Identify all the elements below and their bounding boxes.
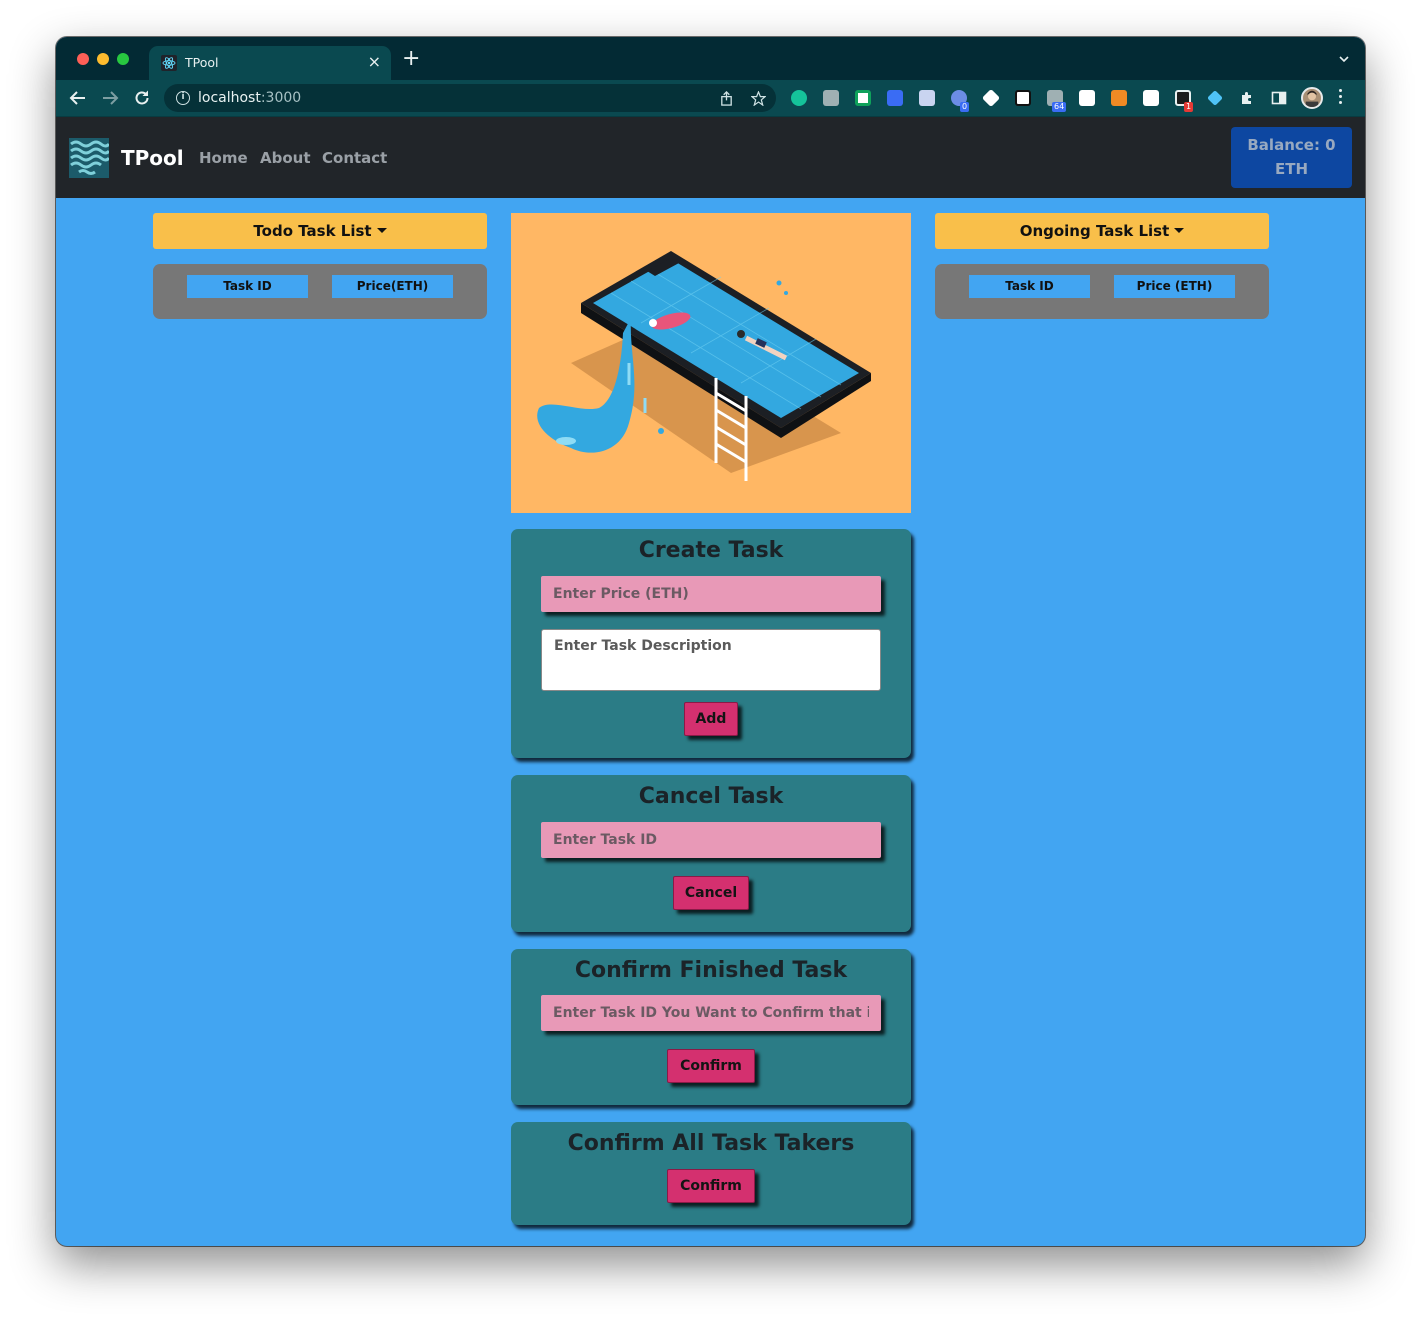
- zoom-window-button[interactable]: [117, 53, 129, 65]
- task-description-textarea[interactable]: [541, 629, 881, 691]
- extension-icon[interactable]: [1079, 90, 1095, 106]
- ongoing-task-list-dropdown[interactable]: Ongoing Task List: [935, 213, 1269, 249]
- puzzle-icon[interactable]: [1239, 90, 1255, 106]
- ongoing-header-price: Price (ETH): [1114, 275, 1235, 298]
- confirm-finished-title: Confirm Finished Task: [574, 958, 848, 983]
- phone-pool-illustration: [511, 213, 911, 513]
- extension-icon[interactable]: [1143, 90, 1159, 106]
- forward-arrow-icon[interactable]: [100, 88, 120, 108]
- app-navbar: TPool Home About Contact Balance: 0 ETH: [56, 117, 1365, 198]
- add-task-button[interactable]: Add: [684, 702, 738, 736]
- balance-amount: Balance: 0: [1247, 136, 1336, 154]
- browser-titlebar: TPool × +: [56, 37, 1365, 80]
- nav-link-contact[interactable]: Contact: [322, 149, 387, 167]
- profile-avatar[interactable]: [1301, 87, 1323, 109]
- todo-task-table: Task ID Price(ETH): [153, 264, 487, 319]
- extension-badge: 64: [1052, 102, 1067, 112]
- tpool-logo-icon: [69, 138, 109, 178]
- brand-name[interactable]: TPool: [121, 146, 184, 170]
- extension-icon[interactable]: [887, 90, 903, 106]
- cancel-task-title: Cancel Task: [638, 784, 784, 809]
- extension-icon[interactable]: [981, 88, 1001, 108]
- side-panel-icon[interactable]: [1271, 90, 1287, 106]
- create-task-card: Create Task Add: [511, 529, 911, 758]
- confirm-finished-button[interactable]: Confirm: [667, 1049, 755, 1083]
- minimize-window-button[interactable]: [97, 53, 109, 65]
- browser-menu-icon[interactable]: [1339, 89, 1343, 107]
- site-info-icon[interactable]: i: [176, 91, 190, 105]
- reload-icon[interactable]: [132, 88, 152, 108]
- confirm-task-id-input[interactable]: [541, 995, 881, 1031]
- tab-close-icon[interactable]: ×: [368, 52, 381, 71]
- todo-dropdown-label: Todo Task List: [253, 222, 372, 240]
- ongoing-dropdown-label: Ongoing Task List: [1019, 222, 1170, 240]
- metamask-fox-icon[interactable]: [1111, 90, 1127, 106]
- browser-tab[interactable]: TPool ×: [149, 46, 391, 80]
- close-window-button[interactable]: [77, 53, 89, 65]
- extension-badge: 1: [1184, 102, 1194, 112]
- bookmark-star-icon[interactable]: [751, 91, 766, 106]
- ongoing-task-table: Task ID Price (ETH): [935, 264, 1269, 319]
- cancel-task-button[interactable]: Cancel: [673, 876, 749, 910]
- confirm-takers-title: Confirm All Task Takers: [567, 1131, 855, 1156]
- todo-header-task-id: Task ID: [187, 275, 308, 298]
- notion-icon[interactable]: [1015, 90, 1031, 106]
- confirm-all-task-takers-card: Confirm All Task Takers Confirm: [511, 1122, 911, 1225]
- address-bar[interactable]: i localhost:3000: [164, 84, 776, 112]
- caret-down-icon: [1174, 228, 1185, 233]
- browser-toolbar: i localhost:3000 0 64 1: [56, 80, 1365, 117]
- address-url: localhost:3000: [198, 90, 302, 106]
- price-input[interactable]: [541, 576, 881, 612]
- confirm-takers-button[interactable]: Confirm: [667, 1169, 755, 1203]
- share-icon[interactable]: [719, 91, 734, 106]
- nav-link-about[interactable]: About: [260, 149, 311, 167]
- caret-down-icon: [376, 228, 387, 233]
- todo-header-price: Price(ETH): [332, 275, 453, 298]
- new-tab-button[interactable]: +: [402, 48, 420, 70]
- cancel-task-id-input[interactable]: [541, 822, 881, 858]
- react-icon: [161, 55, 177, 71]
- chevron-down-icon[interactable]: [1339, 54, 1349, 64]
- ongoing-header-task-id: Task ID: [969, 275, 1090, 298]
- create-task-title: Create Task: [638, 538, 784, 563]
- nav-link-home[interactable]: Home: [199, 149, 248, 167]
- cancel-task-card: Cancel Task Cancel: [511, 775, 911, 932]
- todo-task-list-dropdown[interactable]: Todo Task List: [153, 213, 487, 249]
- balance-unit: ETH: [1274, 160, 1309, 178]
- tab-title: TPool: [185, 55, 219, 70]
- balance-display: Balance: 0 ETH: [1231, 127, 1352, 188]
- extension-icon[interactable]: [919, 90, 935, 106]
- back-arrow-icon[interactable]: [68, 88, 88, 108]
- grammarly-icon[interactable]: [791, 90, 807, 106]
- diamond-icon[interactable]: [1207, 90, 1223, 106]
- browser-window: TPool × + i localhost:3000 0 64 1 TPool …: [56, 37, 1365, 1246]
- hero-illustration: [511, 213, 911, 513]
- confirm-finished-task-card: Confirm Finished Task Confirm: [511, 949, 911, 1105]
- extension-badge: 0: [960, 102, 970, 112]
- extension-icon[interactable]: [855, 90, 871, 106]
- extension-icon[interactable]: [823, 90, 839, 106]
